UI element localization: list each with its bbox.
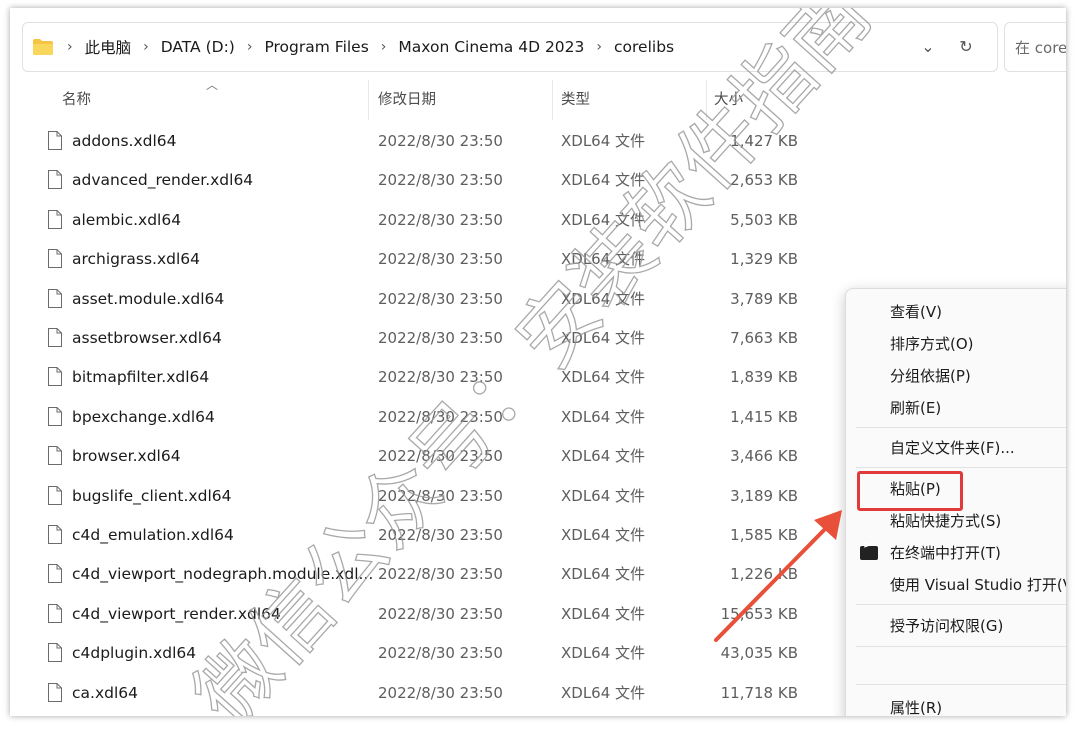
file-explorer-window: › 此电脑 › DATA (D:) › Program Files › Maxo…	[10, 8, 1066, 716]
annotation-arrow	[714, 510, 842, 642]
